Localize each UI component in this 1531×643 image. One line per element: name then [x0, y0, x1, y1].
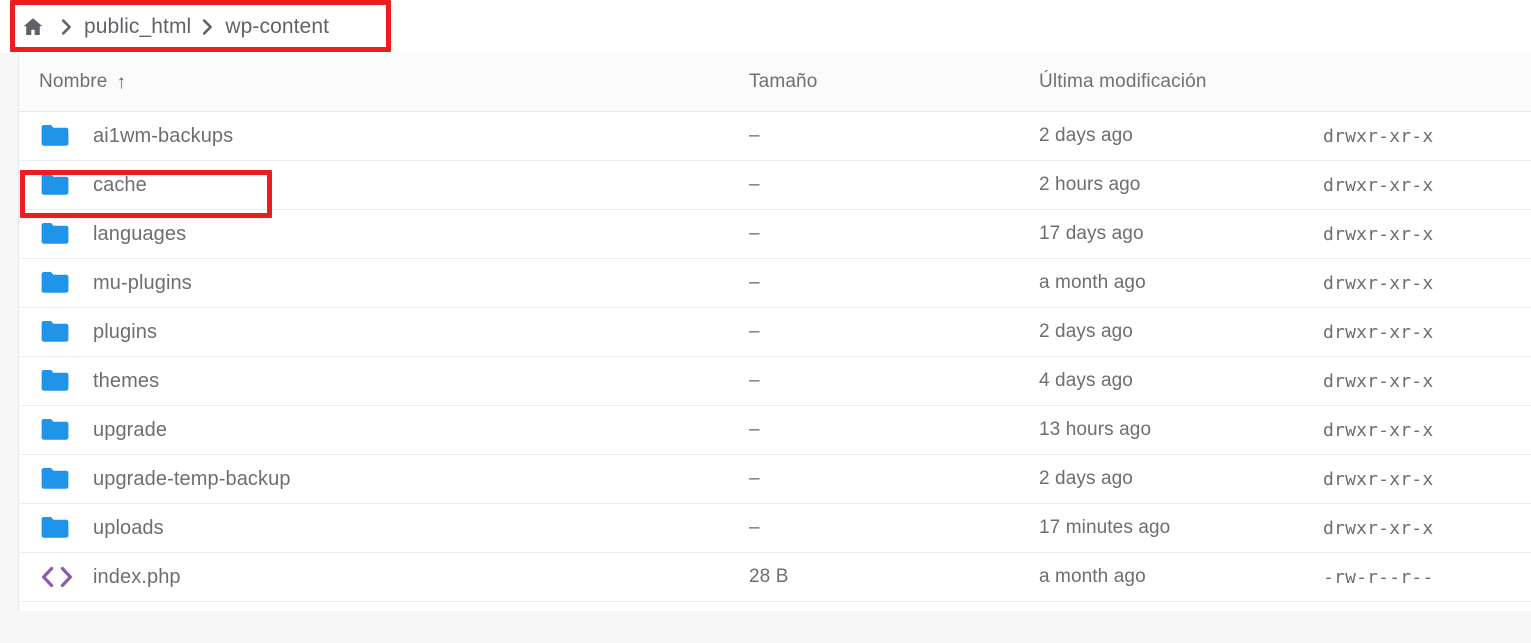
column-header-name[interactable]: Nombre ↑: [39, 71, 749, 93]
file-name-label[interactable]: ai1wm-backups: [93, 125, 233, 148]
code-file-icon[interactable]: [39, 564, 93, 590]
sort-ascending-icon: ↑: [116, 71, 127, 93]
cell-name: upgrade: [39, 417, 749, 443]
breadcrumb-item-public-html[interactable]: public_html: [84, 15, 191, 39]
cell-size: –: [749, 125, 760, 146]
cell-name: uploads: [39, 515, 749, 541]
chevron-right-icon-1: [60, 18, 74, 36]
table-body: ai1wm-backups – 2 days ago drwxr-xr-x cache –…: [19, 112, 1531, 602]
table-row[interactable]: upgrade-temp-backup – 2 days ago drwxr-xr-x: [19, 455, 1531, 504]
table-row[interactable]: plugins – 2 days ago drwxr-xr-x: [19, 308, 1531, 357]
table-row[interactable]: index.php 28 B a month ago -rw-r--r--: [19, 553, 1531, 602]
cell-name: index.php: [39, 564, 749, 590]
folder-icon[interactable]: [39, 515, 93, 541]
chevron-right-icon-2: [201, 18, 215, 36]
file-name-label[interactable]: upgrade: [93, 419, 167, 442]
file-name-label[interactable]: uploads: [93, 517, 164, 540]
file-name-label[interactable]: plugins: [93, 321, 157, 344]
column-header-modified[interactable]: Última modificación: [1039, 71, 1323, 93]
cell-modified: 13 hours ago: [1039, 419, 1152, 440]
cell-size: –: [749, 174, 760, 195]
table-row[interactable]: cache – 2 hours ago drwxr-xr-x: [19, 161, 1531, 210]
cell-size: –: [749, 321, 760, 342]
cell-modified: 2 days ago: [1039, 321, 1133, 342]
table-row[interactable]: uploads – 17 minutes ago drwxr-xr-x: [19, 504, 1531, 553]
cell-modified: 4 days ago: [1039, 370, 1133, 391]
home-icon[interactable]: [20, 14, 46, 40]
cell-permissions: -rw-r--r--: [1323, 566, 1434, 588]
cell-name: upgrade-temp-backup: [39, 466, 749, 492]
cell-permissions: drwxr-xr-x: [1323, 321, 1434, 343]
file-name-label[interactable]: upgrade-temp-backup: [93, 468, 291, 491]
table-row[interactable]: upgrade – 13 hours ago drwxr-xr-x: [19, 406, 1531, 455]
cell-permissions: drwxr-xr-x: [1323, 468, 1434, 490]
cell-size: 28 B: [749, 566, 789, 587]
cell-size: –: [749, 517, 760, 538]
cell-modified: 2 hours ago: [1039, 174, 1141, 195]
table-row[interactable]: languages – 17 days ago drwxr-xr-x: [19, 210, 1531, 259]
cell-name: plugins: [39, 319, 749, 345]
folder-icon[interactable]: [39, 466, 93, 492]
cell-name: mu-plugins: [39, 270, 749, 296]
file-name-label[interactable]: index.php: [93, 566, 181, 589]
cell-permissions: drwxr-xr-x: [1323, 370, 1434, 392]
file-name-label[interactable]: languages: [93, 223, 186, 246]
cell-permissions: drwxr-xr-x: [1323, 517, 1434, 539]
cell-permissions: drwxr-xr-x: [1323, 125, 1434, 147]
table-row[interactable]: ai1wm-backups – 2 days ago drwxr-xr-x: [19, 112, 1531, 161]
folder-icon[interactable]: [39, 172, 93, 198]
cell-modified: 17 minutes ago: [1039, 517, 1171, 538]
cell-name: cache: [39, 172, 749, 198]
cell-modified: a month ago: [1039, 566, 1146, 587]
cell-modified: 2 days ago: [1039, 468, 1133, 489]
column-header-size[interactable]: Tamaño: [749, 71, 1039, 93]
folder-icon[interactable]: [39, 221, 93, 247]
folder-icon[interactable]: [39, 417, 93, 443]
folder-icon[interactable]: [39, 270, 93, 296]
file-name-label[interactable]: cache: [93, 174, 147, 197]
column-header-name-label: Nombre: [39, 71, 108, 92]
cell-permissions: drwxr-xr-x: [1323, 223, 1434, 245]
cell-name: languages: [39, 221, 749, 247]
file-name-label[interactable]: mu-plugins: [93, 272, 192, 295]
column-header-modified-label: Última modificación: [1039, 71, 1207, 92]
file-list-table: Nombre ↑ Tamaño Última modificación ai1w…: [18, 53, 1531, 611]
cell-permissions: drwxr-xr-x: [1323, 174, 1434, 196]
folder-icon[interactable]: [39, 319, 93, 345]
breadcrumb: public_html wp-content: [0, 0, 1531, 53]
cell-modified: 17 days ago: [1039, 223, 1144, 244]
cell-permissions: drwxr-xr-x: [1323, 419, 1434, 441]
table-header-row: Nombre ↑ Tamaño Última modificación: [19, 53, 1531, 112]
cell-size: –: [749, 370, 760, 391]
folder-icon[interactable]: [39, 368, 93, 394]
breadcrumb-item-wp-content[interactable]: wp-content: [225, 15, 329, 39]
table-row[interactable]: mu-plugins – a month ago drwxr-xr-x: [19, 259, 1531, 308]
cell-modified: a month ago: [1039, 272, 1146, 293]
cell-size: –: [749, 468, 760, 489]
cell-permissions: drwxr-xr-x: [1323, 272, 1434, 294]
cell-size: –: [749, 223, 760, 244]
cell-name: ai1wm-backups: [39, 123, 749, 149]
cell-name: themes: [39, 368, 749, 394]
table-row[interactable]: themes – 4 days ago drwxr-xr-x: [19, 357, 1531, 406]
column-header-size-label: Tamaño: [749, 71, 818, 92]
file-name-label[interactable]: themes: [93, 370, 159, 393]
cell-modified: 2 days ago: [1039, 125, 1133, 146]
cell-size: –: [749, 419, 760, 440]
cell-size: –: [749, 272, 760, 293]
folder-icon[interactable]: [39, 123, 93, 149]
